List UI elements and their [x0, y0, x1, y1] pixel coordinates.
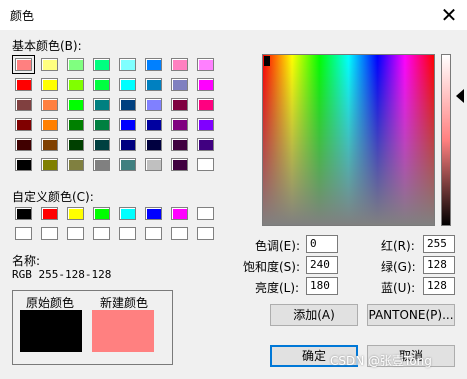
green-input[interactable]: 128	[423, 256, 455, 274]
color-swatch[interactable]	[145, 158, 162, 171]
window-title: 颜色	[10, 9, 35, 23]
color-swatch[interactable]	[119, 227, 136, 240]
color-swatch[interactable]	[145, 138, 162, 151]
color-swatch[interactable]	[15, 207, 32, 220]
color-swatch[interactable]	[171, 58, 188, 71]
color-swatch[interactable]	[119, 98, 136, 111]
color-swatch[interactable]	[93, 98, 110, 111]
color-swatch[interactable]	[171, 78, 188, 91]
blue-label: 蓝(U):	[381, 281, 416, 295]
blue-input[interactable]: 128	[423, 277, 455, 295]
new-color-swatch	[92, 310, 154, 352]
color-swatch[interactable]	[15, 227, 32, 240]
color-swatch[interactable]	[67, 227, 84, 240]
luminance-input[interactable]: 180	[306, 277, 338, 295]
custom-colors-grid	[15, 207, 215, 243]
color-swatch[interactable]	[67, 207, 84, 220]
color-swatch[interactable]	[197, 98, 214, 111]
hue-input[interactable]: 0	[306, 235, 338, 253]
color-swatch[interactable]	[119, 118, 136, 131]
saturation-label: 饱和度(S):	[243, 260, 301, 274]
color-swatch[interactable]	[93, 158, 110, 171]
original-color-swatch	[20, 310, 82, 352]
color-swatch[interactable]	[93, 118, 110, 131]
color-swatch[interactable]	[93, 58, 110, 71]
luminance-label: 亮度(L):	[255, 281, 300, 295]
color-swatch[interactable]	[67, 78, 84, 91]
color-swatch[interactable]	[15, 138, 32, 151]
color-swatch[interactable]	[171, 138, 188, 151]
hue-label: 色调(E):	[255, 239, 300, 253]
color-swatch[interactable]	[93, 78, 110, 91]
new-color-label: 新建颜色	[100, 296, 149, 310]
luminance-slider[interactable]	[441, 54, 451, 226]
title-bar	[0, 0, 467, 30]
pantone-button[interactable]: PANTONE(P)...	[367, 304, 455, 326]
color-swatch[interactable]	[12, 55, 35, 74]
color-swatch[interactable]	[197, 207, 214, 220]
green-label: 绿(G):	[381, 260, 416, 274]
color-swatch[interactable]	[197, 118, 214, 131]
color-swatch[interactable]	[93, 207, 110, 220]
color-swatch[interactable]	[67, 98, 84, 111]
color-swatch[interactable]	[41, 207, 58, 220]
luminance-arrow-icon[interactable]	[456, 89, 464, 103]
name-value: RGB 255-128-128	[12, 268, 112, 281]
color-swatch[interactable]	[119, 207, 136, 220]
color-swatch[interactable]	[145, 207, 162, 220]
color-swatch[interactable]	[119, 158, 136, 171]
color-swatch[interactable]	[197, 158, 214, 171]
close-icon[interactable]: ✕	[436, 2, 462, 28]
color-swatch[interactable]	[119, 78, 136, 91]
color-swatch[interactable]	[171, 98, 188, 111]
basic-colors-grid	[12, 55, 215, 178]
color-swatch[interactable]	[67, 138, 84, 151]
color-swatch[interactable]	[171, 158, 188, 171]
color-swatch[interactable]	[145, 98, 162, 111]
color-swatch[interactable]	[41, 58, 58, 71]
color-swatch[interactable]	[171, 207, 188, 220]
color-swatch[interactable]	[41, 118, 58, 131]
original-color-label: 原始颜色	[26, 296, 75, 310]
color-swatch[interactable]	[15, 158, 32, 171]
color-swatch[interactable]	[41, 138, 58, 151]
color-swatch[interactable]	[197, 227, 214, 240]
saturation-input[interactable]: 240	[306, 256, 338, 274]
color-swatch[interactable]	[197, 78, 214, 91]
color-swatch[interactable]	[15, 98, 32, 111]
color-swatch[interactable]	[119, 58, 136, 71]
color-swatch[interactable]	[145, 227, 162, 240]
color-swatch[interactable]	[93, 138, 110, 151]
add-custom-color-button[interactable]: 添加(A)	[270, 304, 358, 326]
color-swatch[interactable]	[41, 158, 58, 171]
color-swatch[interactable]	[171, 227, 188, 240]
color-swatch[interactable]	[67, 118, 84, 131]
color-swatch[interactable]	[119, 138, 136, 151]
color-swatch[interactable]	[15, 78, 32, 91]
custom-colors-label: 自定义颜色(C):	[12, 190, 94, 204]
color-swatch[interactable]	[93, 227, 110, 240]
color-swatch[interactable]	[145, 58, 162, 71]
color-swatch[interactable]	[145, 78, 162, 91]
color-swatch[interactable]	[197, 58, 214, 71]
color-spectrum[interactable]	[262, 54, 435, 226]
color-swatch[interactable]	[41, 227, 58, 240]
name-label: 名称:	[12, 254, 41, 268]
color-swatch[interactable]	[41, 78, 58, 91]
red-input[interactable]: 255	[423, 235, 455, 253]
basic-colors-label: 基本颜色(B):	[12, 39, 82, 53]
color-swatch[interactable]	[171, 118, 188, 131]
color-swatch[interactable]	[15, 118, 32, 131]
crosshair-icon	[264, 56, 270, 66]
color-swatch[interactable]	[197, 138, 214, 151]
watermark: CSDN @张壹Tong	[330, 354, 432, 368]
red-label: 红(R):	[381, 239, 415, 253]
color-swatch[interactable]	[67, 158, 84, 171]
color-swatch[interactable]	[145, 118, 162, 131]
color-swatch[interactable]	[67, 58, 84, 71]
color-swatch[interactable]	[41, 98, 58, 111]
